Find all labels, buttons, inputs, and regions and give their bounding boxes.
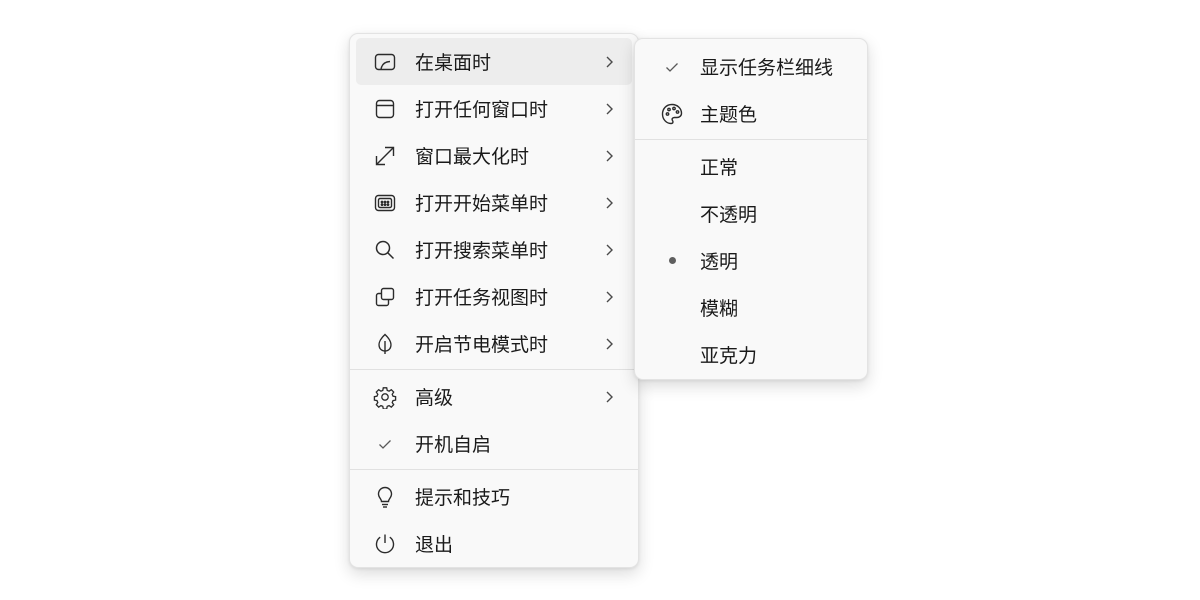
submenu-on-desktop: 显示任务栏细线 主题色 正常 不透明 透明 模糊 亚克力 [634, 38, 868, 380]
menu-item-label: 高级 [415, 387, 454, 409]
menu-separator [635, 139, 867, 140]
start-menu-icon [372, 190, 398, 216]
chevron-right-icon [606, 291, 613, 302]
leaf-icon [372, 331, 398, 357]
chevron-right-icon [606, 391, 613, 402]
submenu-item-show-taskbar-line[interactable]: 显示任务栏细线 [641, 43, 861, 90]
submenu-item-normal[interactable]: 正常 [641, 143, 861, 190]
menu-item-label: 打开任务视图时 [415, 287, 549, 309]
task-view-icon [372, 284, 398, 310]
menu-item-task-view[interactable]: 打开任务视图时 [356, 273, 632, 320]
submenu-item-blur[interactable]: 模糊 [641, 284, 861, 331]
submenu-item-label: 模糊 [700, 298, 739, 320]
gear-icon [372, 384, 398, 410]
menu-item-label: 在桌面时 [415, 52, 492, 74]
menu-item-tips[interactable]: 提示和技巧 [356, 473, 632, 520]
screen: 在桌面时 打开任何窗口时 窗口最大化时 打开开始菜单时 打开搜索菜单时 打开任务… [0, 0, 1200, 600]
menu-item-start-menu[interactable]: 打开开始菜单时 [356, 179, 632, 226]
submenu-item-transparent[interactable]: 透明 [641, 237, 861, 284]
submenu-item-label: 亚克力 [700, 345, 758, 367]
chevron-right-icon [606, 197, 613, 208]
submenu-item-label: 不透明 [700, 204, 758, 226]
menu-item-window-maximized[interactable]: 窗口最大化时 [356, 132, 632, 179]
menu-item-autostart[interactable]: 开机自启 [356, 420, 632, 467]
submenu-item-label: 正常 [700, 157, 739, 179]
palette-icon [659, 101, 685, 127]
menu-item-search-menu[interactable]: 打开搜索菜单时 [356, 226, 632, 273]
menu-item-label: 打开搜索菜单时 [415, 240, 549, 262]
menu-separator [350, 469, 638, 470]
menu-item-label: 开机自启 [415, 434, 492, 456]
chevron-right-icon [606, 150, 613, 161]
desktop-icon [372, 49, 398, 75]
menu-item-label: 提示和技巧 [415, 487, 511, 509]
submenu-item-label: 主题色 [700, 104, 758, 126]
check-icon [659, 54, 685, 80]
menu-item-label: 开启节电模式时 [415, 334, 549, 356]
menu-item-label: 窗口最大化时 [415, 146, 530, 168]
power-icon [372, 531, 398, 557]
menu-item-label: 退出 [415, 534, 454, 556]
window-icon [372, 96, 398, 122]
menu-item-on-desktop[interactable]: 在桌面时 [356, 38, 632, 85]
menu-item-label: 打开开始菜单时 [415, 193, 549, 215]
search-icon [372, 237, 398, 263]
maximize-icon [372, 143, 398, 169]
check-icon [372, 431, 398, 457]
context-menu: 在桌面时 打开任何窗口时 窗口最大化时 打开开始菜单时 打开搜索菜单时 打开任务… [349, 33, 639, 568]
submenu-item-acrylic[interactable]: 亚克力 [641, 331, 861, 378]
menu-separator [350, 369, 638, 370]
menu-item-power-saving[interactable]: 开启节电模式时 [356, 320, 632, 367]
submenu-item-theme-color[interactable]: 主题色 [641, 90, 861, 137]
menu-item-exit[interactable]: 退出 [356, 520, 632, 567]
radio-dot [668, 257, 676, 264]
chevron-right-icon [606, 244, 613, 255]
menu-item-label: 打开任何窗口时 [415, 99, 549, 121]
submenu-item-label: 显示任务栏细线 [700, 57, 834, 79]
lightbulb-icon [372, 484, 398, 510]
submenu-item-opaque[interactable]: 不透明 [641, 190, 861, 237]
submenu-item-label: 透明 [700, 251, 739, 273]
chevron-right-icon [606, 56, 613, 67]
radio-dot-icon [659, 248, 685, 274]
menu-item-advanced[interactable]: 高级 [356, 373, 632, 420]
menu-item-any-window[interactable]: 打开任何窗口时 [356, 85, 632, 132]
chevron-right-icon [606, 338, 613, 349]
chevron-right-icon [606, 103, 613, 114]
